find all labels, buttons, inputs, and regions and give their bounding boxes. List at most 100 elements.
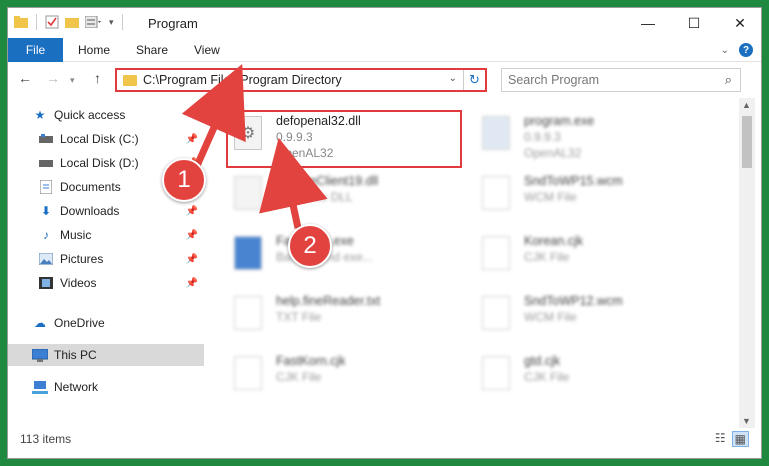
star-icon: ★ [34,108,46,122]
properties-icon[interactable] [45,15,59,29]
document-icon [38,180,54,194]
sidebar-item-label: Music [60,228,92,242]
large-icons-view-icon[interactable]: ▦ [731,431,749,447]
up-icon[interactable]: ↑ [94,70,101,86]
file-type: WCM File [524,190,577,204]
minimize-icon: — [641,15,655,31]
sidebar-item-onedrive[interactable]: ☁ OneDrive [8,312,204,334]
file-item[interactable]: gtd.cjk CJK File [476,350,716,400]
sidebar-item-local-disk-c[interactable]: Local Disk (C:) 📌 [8,128,204,150]
callout-badge-2: 2 [288,224,332,268]
file-item[interactable]: FastKorn.cjk CJK File [228,350,468,400]
refresh-icon[interactable]: ↻ [463,70,485,90]
forward-icon[interactable]: → [46,70,60,86]
sidebar-item-downloads[interactable]: ⬇ Downloads 📌 [8,200,204,222]
tab-share[interactable]: Share [136,38,168,62]
file-icon [234,296,262,330]
help-icon[interactable]: ? [739,43,753,57]
file-icon [234,356,262,390]
file-type: Resource DLL [276,190,353,204]
minimize-button[interactable]: — [625,8,671,38]
download-icon: ⬇ [40,204,52,218]
file-item[interactable]: Faceexec.exe Background exe... [228,230,468,280]
scroll-up-icon[interactable]: ▲ [742,100,751,110]
pin-icon[interactable]: 📌 [186,206,198,217]
file-type: CJK File [524,250,570,264]
file-name: Korean.cjk [524,234,584,248]
file-item[interactable]: SndToWP15.wcm WCM File [476,170,716,220]
explorer-window: ▾ Program — ☐ ✕ File Home Share View ⌄ ?… [7,7,762,459]
expand-ribbon-icon[interactable]: ⌄ [721,45,729,56]
recent-locations-icon[interactable]: ▾ [70,75,75,86]
search-input[interactable]: Search Program ⌕ [501,68,741,92]
scroll-down-icon[interactable]: ▼ [742,416,751,426]
details-view-icon[interactable]: ☷ [715,431,726,447]
file-type: CJK File [276,370,322,384]
pin-icon[interactable]: 📌 [186,134,198,145]
close-button[interactable]: ✕ [717,8,761,38]
address-bar[interactable]: C:\Program Files\Program Directory ⌄ ↻ [115,68,487,92]
sidebar-item-label: OneDrive [54,316,105,330]
pin-icon[interactable]: 📌 [186,254,198,265]
drive-icon [38,132,54,146]
tab-file[interactable]: File [8,38,63,62]
sidebar-item-label: This PC [54,348,97,362]
item-count: 113 items [20,432,72,446]
view-switcher: ☷ ▦ [715,431,749,447]
file-type: TXT File [276,310,322,324]
sidebar-item-network[interactable]: Network [8,376,204,398]
sidebar-item-quick-access[interactable]: ★ Quick access [8,104,204,126]
sidebar-item-label: Videos [60,276,97,290]
file-description: OpenAL32 [524,146,582,160]
file-item[interactable]: Korean.cjk CJK File [476,230,716,280]
picture-icon [38,252,54,266]
folder-icon [123,74,137,86]
sidebar-item-videos[interactable]: Videos 📌 [8,272,204,294]
pin-icon[interactable]: 📌 [186,230,198,241]
tab-view[interactable]: View [194,38,220,62]
sidebar-item-label: Quick access [54,108,126,122]
close-icon: ✕ [734,14,746,31]
sidebar-item-music[interactable]: ♪ Music 📌 [8,224,204,246]
back-icon[interactable]: ← [18,70,32,86]
view-options-icon[interactable] [85,16,103,28]
file-name: gtd.cjk [524,354,561,368]
file-icon [482,296,510,330]
search-icon[interactable]: ⌕ [725,72,732,88]
tab-home[interactable]: Home [78,38,110,62]
quick-access-toolbar: ▾ [14,14,125,30]
address-path: C:\Program Files\Program Directory [143,73,342,87]
scrollbar-thumb[interactable] [742,116,752,168]
search-placeholder: Search Program [508,73,600,87]
file-item[interactable]: UpdateClient19.dll Resource DLL [228,170,468,220]
file-item[interactable]: SndToWP12.wcm WCM File [476,290,716,340]
sidebar-item-this-pc[interactable]: This PC [8,344,204,366]
file-item[interactable]: help.fineReader.txt TXT File [228,290,468,340]
new-folder-icon[interactable] [65,16,79,28]
file-name: program.exe [524,114,595,128]
file-type: CJK File [524,370,570,384]
file-item[interactable]: program.exe 0.9.9.3 OpenAL32 [476,110,716,160]
chevron-down-icon[interactable]: ⌄ [449,73,457,84]
file-icon [482,356,510,390]
file-name: SndToWP15.wcm [524,174,623,188]
sidebar-item-label: Local Disk (D:) [60,156,139,170]
sidebar-item-label: Pictures [60,252,104,266]
vertical-scrollbar[interactable]: ▲ ▼ [739,98,755,428]
pin-icon[interactable]: 📌 [186,278,198,289]
pc-icon [32,348,48,362]
maximize-icon: ☐ [687,14,701,31]
sidebar-item-pictures[interactable]: Pictures 📌 [8,248,204,270]
maximize-button[interactable]: ☐ [671,8,717,38]
network-icon [32,380,48,394]
folder-icon [14,16,28,28]
file-version: 0.9.9.3 [524,130,561,144]
video-icon [38,276,54,290]
sidebar-item-label: Downloads [60,204,120,218]
navigation-pane: ★ Quick access Local Disk (C:) 📌 Local D… [8,104,204,424]
file-icon [482,236,510,270]
exe-icon [482,116,510,150]
file-icon [482,176,510,210]
customize-toolbar-icon[interactable]: ▾ [109,17,114,28]
ribbon-tabs: File Home Share View ⌄ ? [8,38,761,62]
